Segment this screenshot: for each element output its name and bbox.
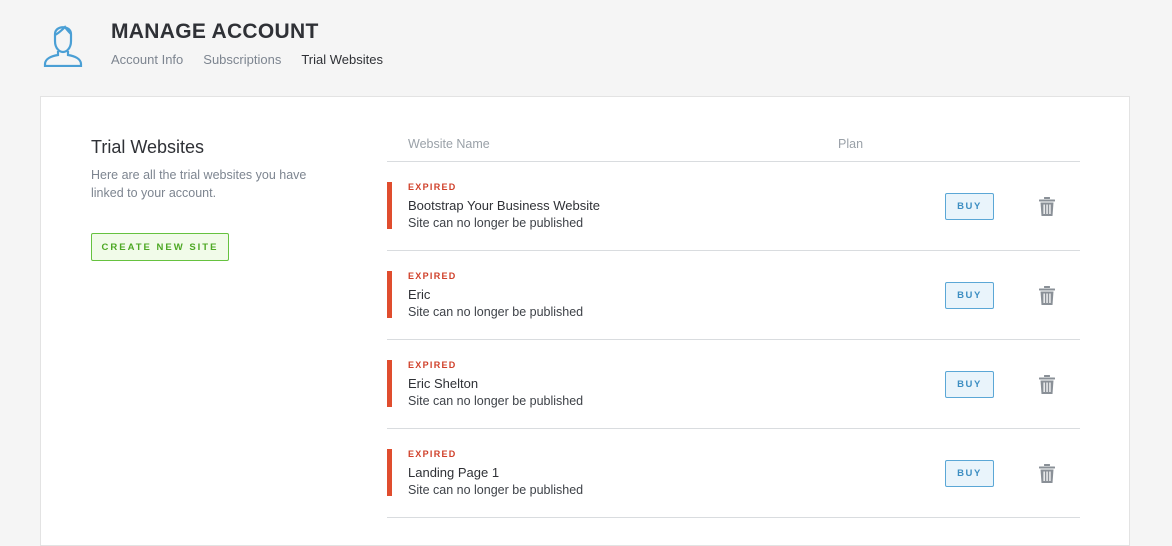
page-header: MANAGE ACCOUNT Account Info Subscription…: [0, 0, 1172, 96]
expired-indicator: [387, 360, 392, 407]
trash-icon[interactable]: [1039, 286, 1055, 305]
trash-icon[interactable]: [1039, 375, 1055, 394]
tab-account-info[interactable]: Account Info: [111, 52, 183, 67]
expired-indicator: [387, 271, 392, 318]
buy-button[interactable]: BUY: [945, 371, 994, 398]
page-title: MANAGE ACCOUNT: [111, 20, 319, 43]
table-row: EXPIRED Eric Site can no longer be publi…: [387, 251, 1080, 340]
website-note: Site can no longer be published: [408, 394, 584, 408]
table-row: EXPIRED Eric Shelton Site can no longer …: [387, 340, 1080, 429]
column-header-plan: Plan: [838, 137, 864, 151]
tab-subscriptions[interactable]: Subscriptions: [203, 52, 281, 67]
table-header: Website Name Plan: [387, 128, 1080, 162]
trial-websites-table: Website Name Plan EXPIRED Bootstrap Your…: [387, 128, 1080, 518]
table-row: EXPIRED Bootstrap Your Business Website …: [387, 162, 1080, 251]
trash-icon[interactable]: [1039, 464, 1055, 483]
website-note: Site can no longer be published: [408, 305, 584, 319]
website-name: Landing Page 1: [408, 465, 500, 480]
buy-button[interactable]: BUY: [945, 193, 994, 220]
trash-icon[interactable]: [1039, 197, 1055, 216]
expired-indicator: [387, 182, 392, 229]
section-title: Trial Websites: [91, 137, 205, 157]
website-name: Eric Shelton: [408, 376, 479, 391]
user-avatar-icon: [43, 25, 83, 67]
website-name: Bootstrap Your Business Website: [408, 198, 600, 213]
section-description: Here are all the trial websites you have…: [91, 168, 307, 200]
website-note: Site can no longer be published: [408, 483, 584, 497]
buy-button[interactable]: BUY: [945, 460, 994, 487]
sidebar-info: Trial Websites Here are all the trial we…: [91, 137, 321, 202]
trial-websites-panel: Trial Websites Here are all the trial we…: [40, 96, 1130, 546]
expired-indicator: [387, 449, 392, 496]
table-row: EXPIRED Landing Page 1 Site can no longe…: [387, 429, 1080, 518]
status-badge: EXPIRED: [408, 360, 457, 370]
status-badge: EXPIRED: [408, 271, 457, 281]
status-badge: EXPIRED: [408, 449, 457, 459]
create-new-site-button[interactable]: CREATE NEW SITE: [91, 233, 229, 261]
column-header-website-name: Website Name: [408, 137, 490, 151]
website-note: Site can no longer be published: [408, 216, 584, 230]
account-tabs: Account Info Subscriptions Trial Website…: [111, 52, 383, 67]
buy-button[interactable]: BUY: [945, 282, 994, 309]
website-name: Eric: [408, 287, 431, 302]
status-badge: EXPIRED: [408, 182, 457, 192]
tab-trial-websites[interactable]: Trial Websites: [301, 52, 383, 67]
